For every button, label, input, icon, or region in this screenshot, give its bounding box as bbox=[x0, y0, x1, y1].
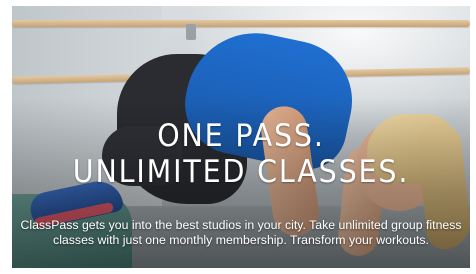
hero-headline: ONE PASS. UNLIMITED CLASSES. bbox=[30, 118, 451, 190]
hero-banner[interactable]: ONE PASS. UNLIMITED CLASSES. ClassPass g… bbox=[12, 6, 470, 268]
headline-line-1: ONE PASS. bbox=[157, 118, 325, 154]
hero-description: ClassPass gets you into the best studios… bbox=[20, 218, 462, 247]
page-frame: ONE PASS. UNLIMITED CLASSES. ClassPass g… bbox=[0, 0, 476, 274]
headline-line-2: UNLIMITED CLASSES. bbox=[72, 154, 410, 190]
